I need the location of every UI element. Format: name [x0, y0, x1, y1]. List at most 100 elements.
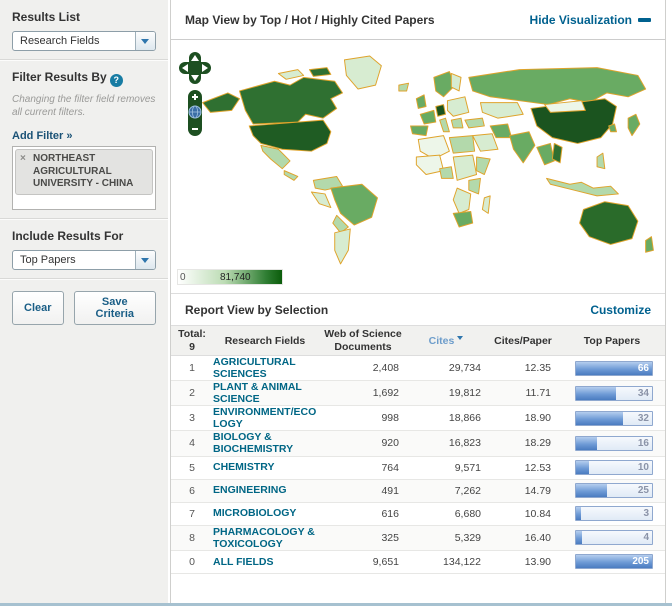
- collapse-minus-icon[interactable]: [638, 18, 651, 22]
- rank-cell: 3: [171, 412, 213, 424]
- rank-cell: 0: [171, 556, 213, 568]
- documents-cell: 764: [321, 462, 405, 474]
- report-header: Report View by Selection Customize: [171, 293, 665, 325]
- cites-per-paper-cell: 18.90: [487, 412, 559, 424]
- table-row: 7 MICROBIOLOGY 616 6,680 10.84 3: [171, 503, 665, 526]
- cites-per-paper-cell: 18.29: [487, 437, 559, 449]
- report-title: Report View by Selection: [185, 303, 328, 317]
- table-row: 8 PHARMACOLOGY & TOXICOLOGY 325 5,329 16…: [171, 526, 665, 551]
- top-papers-bar[interactable]: 10: [575, 460, 653, 475]
- chevron-down-icon[interactable]: [135, 251, 155, 269]
- hide-visualization-link[interactable]: Hide Visualization: [530, 13, 632, 27]
- column-header-cites[interactable]: Cites: [405, 335, 487, 347]
- field-link[interactable]: AGRICULTURAL SCIENCES: [213, 356, 317, 380]
- legend-min: 0: [180, 272, 186, 283]
- table-row: 5 CHEMISTRY 764 9,571 12.53 10: [171, 457, 665, 480]
- include-results-selected: Top Papers: [13, 251, 155, 266]
- documents-cell: 9,651: [321, 556, 405, 568]
- column-header-top-papers[interactable]: Top Papers: [559, 335, 665, 347]
- save-criteria-button[interactable]: Save Criteria: [74, 291, 156, 325]
- top-papers-value: 66: [638, 363, 649, 374]
- total-count: Total: 9: [171, 328, 213, 352]
- cites-per-paper-cell: 12.35: [487, 362, 559, 374]
- cites-cell: 7,262: [405, 485, 487, 497]
- top-papers-bar-fill: [576, 387, 616, 400]
- field-link[interactable]: CHEMISTRY: [213, 461, 274, 473]
- sort-desc-icon: [457, 336, 463, 343]
- sidebar-buttons: Clear Save Criteria: [0, 279, 168, 337]
- top-papers-value: 25: [638, 485, 649, 496]
- documents-cell: 491: [321, 485, 405, 497]
- field-link[interactable]: ALL FIELDS: [213, 556, 273, 568]
- table-row: 1 AGRICULTURAL SCIENCES 2,408 29,734 12.…: [171, 356, 665, 381]
- filter-chip-label: NORTHEAST AGRICULTURAL UNIVERSITY - CHIN…: [33, 153, 133, 189]
- cites-cell: 9,571: [405, 462, 487, 474]
- add-filter-link[interactable]: Add Filter »: [12, 130, 73, 142]
- top-papers-value: 4: [643, 532, 649, 543]
- rank-cell: 2: [171, 387, 213, 399]
- cites-cell: 19,812: [405, 387, 487, 399]
- cites-per-paper-cell: 11.71: [487, 387, 559, 399]
- table-row: 2 PLANT & ANIMAL SCIENCE 1,692 19,812 11…: [171, 381, 665, 406]
- top-papers-bar[interactable]: 66: [575, 361, 653, 376]
- documents-cell: 920: [321, 437, 405, 449]
- legend-max: 81,740: [220, 272, 251, 283]
- filter-chip[interactable]: × NORTHEAST AGRICULTURAL UNIVERSITY - CH…: [15, 149, 153, 195]
- map-title: Map View by Top / Hot / Highly Cited Pap…: [185, 13, 435, 27]
- top-papers-bar[interactable]: 25: [575, 483, 653, 498]
- field-link[interactable]: ENVIRONMENT/ECOLOGY: [213, 406, 317, 430]
- rank-cell: 5: [171, 462, 213, 474]
- field-link[interactable]: ENGINEERING: [213, 484, 287, 496]
- table-body: 1 AGRICULTURAL SCIENCES 2,408 29,734 12.…: [171, 356, 665, 574]
- active-filters-list[interactable]: × NORTHEAST AGRICULTURAL UNIVERSITY - CH…: [12, 146, 156, 210]
- documents-cell: 2,408: [321, 362, 405, 374]
- top-papers-value: 3: [643, 508, 649, 519]
- cites-per-paper-cell: 14.79: [487, 485, 559, 497]
- top-papers-bar-fill: [576, 461, 589, 474]
- top-papers-bar[interactable]: 16: [575, 436, 653, 451]
- top-papers-bar-fill: [576, 507, 581, 520]
- top-papers-bar[interactable]: 32: [575, 411, 653, 426]
- map-panel-header: Map View by Top / Hot / Highly Cited Pap…: [171, 0, 665, 40]
- column-header-documents[interactable]: Web of Science Documents: [321, 328, 405, 352]
- filter-section: Filter Results By? Changing the filter f…: [0, 60, 168, 218]
- top-papers-bar-fill: [576, 531, 582, 544]
- top-papers-bar[interactable]: 34: [575, 386, 653, 401]
- top-papers-bar[interactable]: 3: [575, 506, 653, 521]
- clear-button[interactable]: Clear: [12, 291, 64, 325]
- table-row: 6 ENGINEERING 491 7,262 14.79 25: [171, 480, 665, 503]
- field-link[interactable]: BIOLOGY & BIOCHEMISTRY: [213, 431, 317, 455]
- top-papers-value: 34: [638, 388, 649, 399]
- results-list-label: Results List: [12, 10, 156, 24]
- zoom-control: [188, 90, 202, 136]
- results-list-dropdown[interactable]: Research Fields: [12, 31, 156, 51]
- cites-cell: 134,122: [405, 556, 487, 568]
- documents-cell: 325: [321, 532, 405, 544]
- hide-visualization-wrap: Hide Visualization: [530, 11, 651, 29]
- filter-sidebar: Results List Research Fields Filter Resu…: [0, 0, 168, 603]
- map-controls: [179, 52, 213, 143]
- top-papers-value: 32: [638, 413, 649, 424]
- field-link[interactable]: PLANT & ANIMAL SCIENCE: [213, 381, 317, 405]
- field-link[interactable]: MICROBIOLOGY: [213, 507, 296, 519]
- top-papers-bar[interactable]: 205: [575, 554, 653, 569]
- customize-link[interactable]: Customize: [590, 303, 651, 317]
- top-papers-value: 16: [638, 438, 649, 449]
- rank-cell: 4: [171, 437, 213, 449]
- chevron-down-icon[interactable]: [135, 32, 155, 50]
- top-papers-value: 10: [638, 462, 649, 473]
- remove-filter-icon[interactable]: ×: [20, 153, 26, 166]
- include-results-dropdown[interactable]: Top Papers: [12, 250, 156, 270]
- map-view: 0 81,740: [171, 40, 665, 293]
- table-row: 0 ALL FIELDS 9,651 134,122 13.90 205: [171, 551, 665, 574]
- map-legend: 0 81,740: [177, 269, 283, 285]
- help-icon[interactable]: ?: [110, 74, 123, 87]
- world-map[interactable]: [189, 42, 665, 274]
- column-header-cites-per-paper[interactable]: Cites/Paper: [487, 335, 559, 347]
- rank-cell: 7: [171, 508, 213, 520]
- field-link[interactable]: PHARMACOLOGY & TOXICOLOGY: [213, 526, 317, 550]
- top-papers-bar[interactable]: 4: [575, 530, 653, 545]
- filter-note: Changing the filter field removes all cu…: [12, 94, 156, 119]
- include-results-section: Include Results For Top Papers: [0, 219, 168, 278]
- column-header-research-fields[interactable]: Research Fields: [213, 335, 321, 347]
